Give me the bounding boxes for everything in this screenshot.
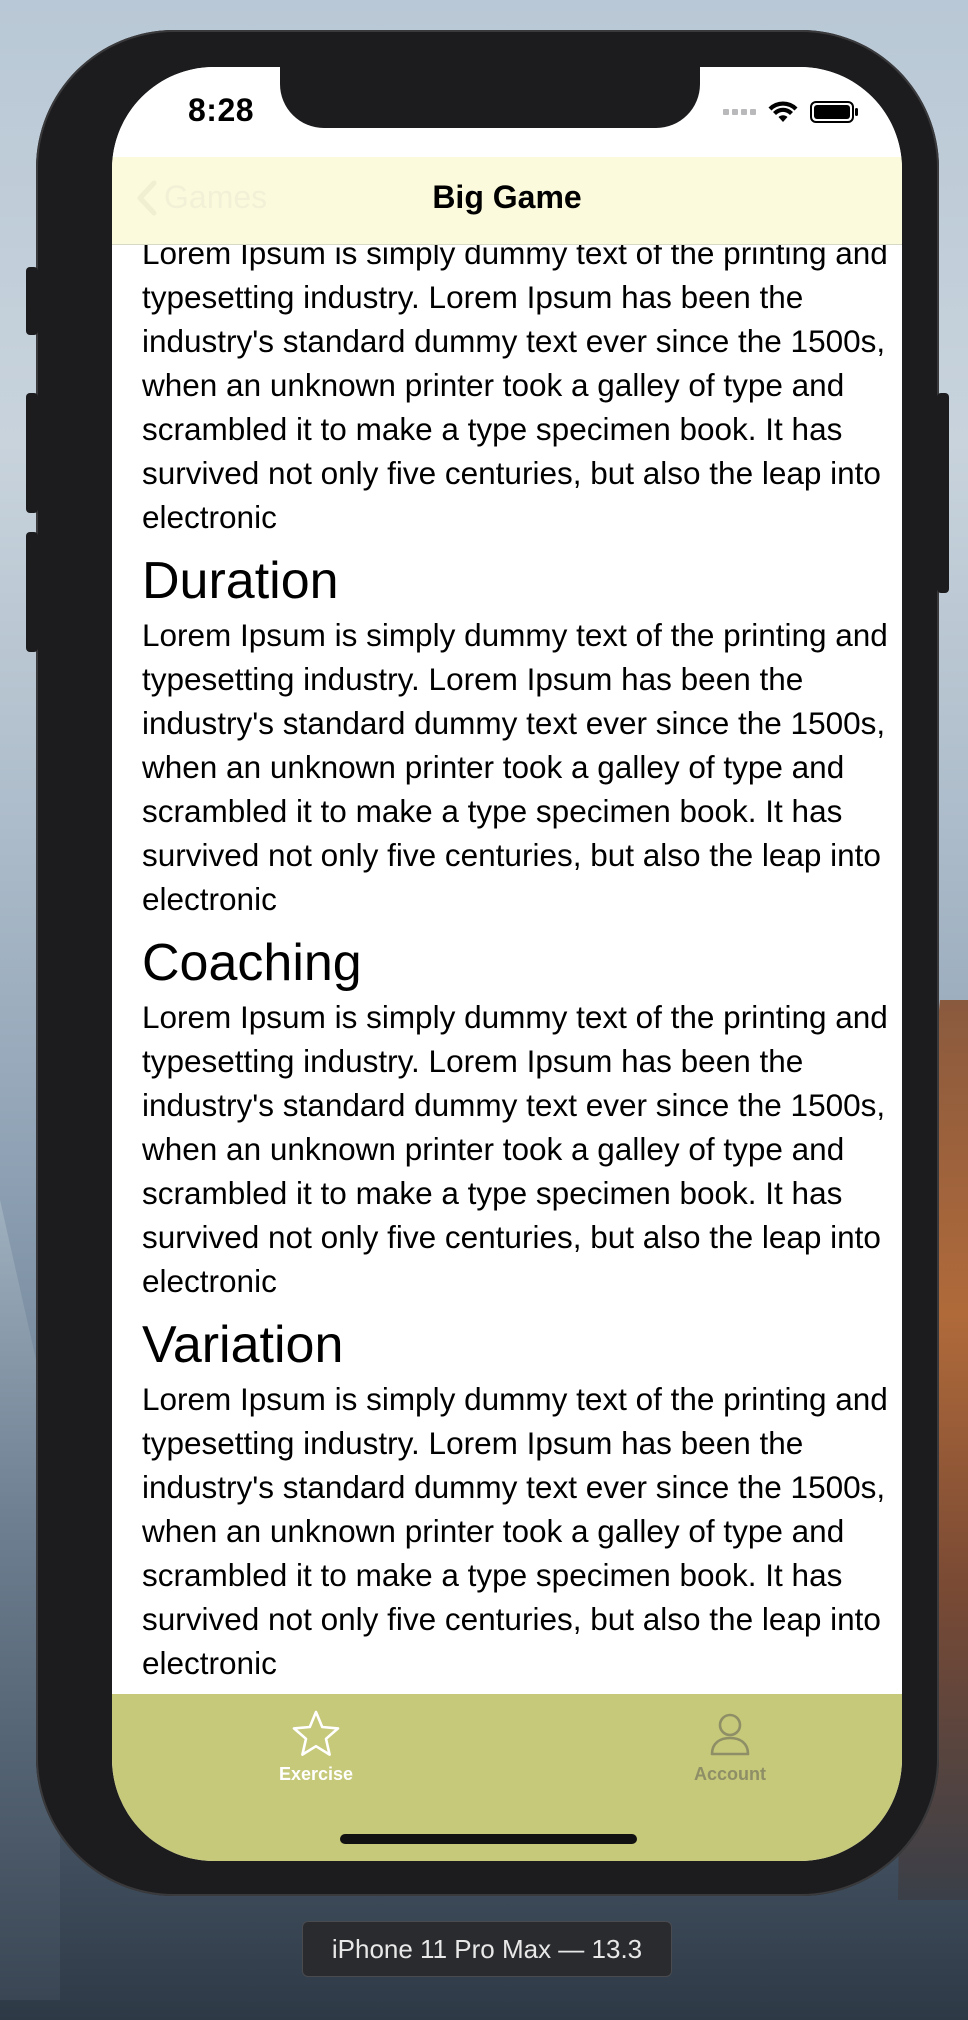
content-body: Lorem Ipsum is simply dummy text of the … (142, 245, 892, 1685)
volume-down-button (26, 532, 38, 652)
wifi-icon (768, 101, 798, 122)
tab-exercise-label: Exercise (278, 1764, 354, 1784)
side-power-button (937, 393, 949, 593)
tab-account[interactable]: Account (630, 1708, 830, 1785)
notch (280, 67, 700, 128)
phone-screen: 8:28 Games Big Game Lorem Ipsum is simpl… (112, 67, 902, 1861)
content-scroll-view[interactable]: Lorem Ipsum is simply dummy text of the … (112, 245, 902, 1693)
section-heading-coaching: Coaching (142, 934, 362, 992)
section-heading-variation: Variation (142, 1316, 344, 1374)
person-icon (710, 1713, 750, 1756)
home-indicator[interactable] (340, 1834, 637, 1844)
section-body-intro: Lorem Ipsum is simply dummy text of the … (142, 245, 888, 535)
section-body-variation: Lorem Ipsum is simply dummy text of the … (142, 1381, 888, 1681)
star-icon (292, 1710, 340, 1756)
status-icons (723, 100, 860, 124)
cellular-signal-icon (723, 109, 756, 115)
mute-switch (26, 267, 38, 335)
tab-account-label: Account (694, 1764, 766, 1784)
tab-exercise[interactable]: Exercise (216, 1708, 416, 1785)
section-heading-duration: Duration (142, 552, 339, 610)
tab-bar: Exercise Account (112, 1694, 902, 1861)
page-title: Big Game (432, 179, 582, 215)
status-time: 8:28 (188, 92, 255, 128)
simulator-device-label: iPhone 11 Pro Max — 13.3 (302, 1921, 672, 1977)
battery-icon (810, 101, 858, 123)
volume-up-button (26, 393, 38, 513)
section-body-coaching: Lorem Ipsum is simply dummy text of the … (142, 999, 888, 1299)
status-bar: 8:28 (112, 67, 902, 157)
section-body-duration: Lorem Ipsum is simply dummy text of the … (142, 617, 888, 917)
navigation-bar: Games Big Game (112, 157, 902, 245)
